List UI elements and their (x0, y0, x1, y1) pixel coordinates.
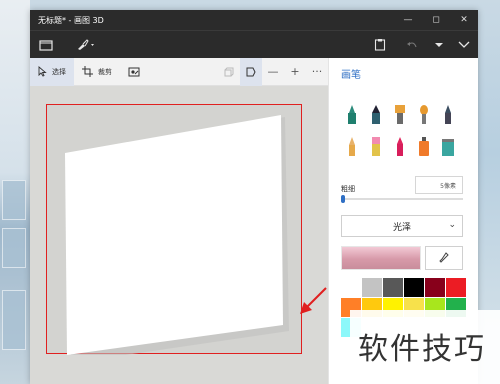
zoom-in-button[interactable]: + (284, 58, 306, 86)
crop-tool-label: 裁剪 (98, 67, 112, 76)
oil-brush-icon[interactable] (391, 104, 409, 126)
window-title: 无标题* - 画图 3D (38, 15, 104, 25)
plus-icon: + (290, 65, 300, 78)
folder-icon (39, 39, 53, 51)
canvas-area (30, 86, 328, 384)
3d-view-button[interactable] (218, 58, 240, 86)
ellipsis-icon: ··· (311, 65, 323, 78)
perspective-button[interactable] (240, 57, 262, 86)
calligraphy-pen-icon[interactable] (367, 104, 385, 126)
minus-icon: — (267, 65, 279, 78)
crop-icon (82, 66, 93, 77)
wallpaper-pane (2, 228, 26, 268)
wallpaper-pane (2, 180, 26, 220)
eyedropper-icon (439, 252, 449, 263)
chevron-down-icon (458, 41, 470, 48)
magic-select-button[interactable] (120, 58, 148, 86)
marker-teal-icon[interactable] (343, 104, 361, 126)
zoom-out-button[interactable]: — (262, 58, 284, 86)
watercolor-icon[interactable] (415, 104, 433, 126)
chevron-down-icon: ⌄ (448, 220, 456, 230)
watermark: 软件技巧 (350, 310, 500, 384)
clipboard-icon (374, 39, 386, 51)
panel-title: 画笔 (341, 70, 361, 81)
watermark-text: 软件技巧 (358, 332, 486, 367)
thickness-slider[interactable] (341, 195, 463, 203)
canvas-drawing (65, 115, 289, 363)
select-tool-label: 选择 (52, 67, 66, 76)
palette-color[interactable] (446, 278, 466, 297)
flag-icon (246, 67, 256, 76)
palette-color[interactable] (425, 278, 445, 297)
finish-select[interactable]: 光泽 ⌄ (341, 215, 463, 237)
palette-color[interactable] (383, 278, 403, 297)
undo-icon (407, 41, 417, 47)
menu-folder-button[interactable] (30, 31, 62, 59)
collapse-button[interactable] (450, 31, 478, 59)
eyedropper-button[interactable] (425, 246, 463, 270)
title-bar: 无标题* - 画图 3D — ◻ ✕ (30, 10, 478, 30)
minimize-button[interactable]: — (394, 10, 422, 30)
menu-bar (30, 30, 478, 58)
fill-bucket-icon[interactable] (439, 136, 457, 158)
spray-can-icon[interactable] (415, 136, 433, 158)
crop-tool-button[interactable]: 裁剪 (74, 58, 120, 86)
pencil-icon[interactable] (343, 136, 361, 158)
cursor-icon (38, 66, 47, 77)
finish-select-value: 光泽 (392, 222, 411, 233)
red-arrow-icon (300, 287, 327, 314)
desktop-wallpaper (0, 0, 30, 384)
eraser-icon[interactable] (367, 136, 385, 158)
crayon-icon[interactable] (391, 136, 409, 158)
thickness-input[interactable]: 5像素 (415, 176, 463, 194)
brush-icon (78, 38, 94, 50)
palette-color[interactable] (362, 278, 382, 297)
maximize-button[interactable]: ◻ (422, 10, 450, 30)
canvas-toolbar: 选择 裁剪 — + ··· (30, 57, 328, 86)
palette-color[interactable] (341, 278, 361, 297)
thickness-label: 粗细 (341, 185, 355, 193)
palette-color[interactable] (404, 278, 424, 297)
slider-thumb[interactable] (341, 195, 345, 203)
more-tools-button[interactable]: ··· (306, 58, 328, 86)
close-button[interactable]: ✕ (450, 10, 478, 30)
drawing-canvas[interactable] (46, 104, 302, 363)
pixel-pen-icon[interactable] (439, 104, 457, 126)
brushes-menu-button[interactable] (68, 31, 104, 59)
paste-button[interactable] (364, 31, 396, 59)
magic-select-icon (128, 67, 140, 76)
skewed-white-page (65, 115, 283, 355)
chevron-down-icon (435, 42, 443, 47)
wallpaper-pane (2, 290, 26, 350)
current-color-swatch[interactable] (341, 246, 421, 270)
more-options-button[interactable] (428, 31, 450, 59)
undo-button[interactable] (396, 31, 428, 59)
3d-view-icon (224, 67, 234, 76)
select-tool-button[interactable]: 选择 (30, 57, 74, 86)
